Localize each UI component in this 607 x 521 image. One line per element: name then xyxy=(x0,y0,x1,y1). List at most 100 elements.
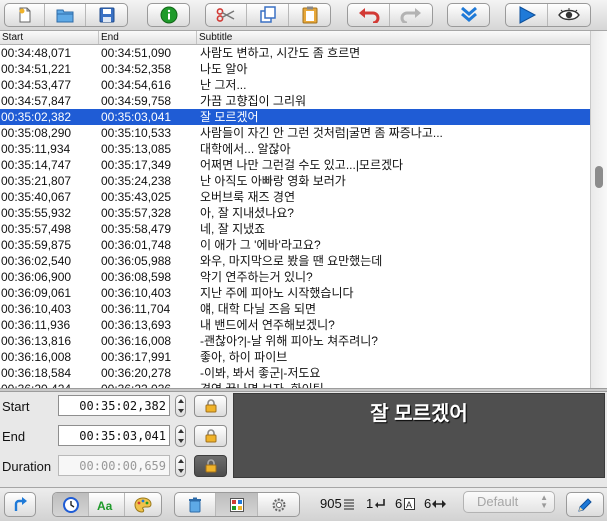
info-button[interactable] xyxy=(148,4,189,26)
end-lock-button[interactable] xyxy=(194,425,227,447)
table-row[interactable]: 00:34:48,071 00:34:51,090 사람도 변하고, 시간도 좀 흐… xyxy=(0,45,590,61)
table-row[interactable]: 00:35:21,807 00:35:24,238 난 아직도 아빠랑 영화 보러가 xyxy=(0,173,590,189)
table-row[interactable]: 00:36:02,540 00:36:05,988 와우, 마지막으로 봤을 땐 요… xyxy=(0,253,590,269)
table-row[interactable]: 00:35:57,498 00:35:58,479 네, 잘 지냈죠 xyxy=(0,221,590,237)
history-button-group xyxy=(347,3,433,27)
grid-button[interactable] xyxy=(216,493,258,516)
new-document-button[interactable] xyxy=(5,4,45,26)
start-cell: 00:36:10,403 xyxy=(1,302,72,316)
link-button[interactable] xyxy=(5,493,34,516)
table-row[interactable]: 00:35:40,067 00:35:43,025 오버브룩 재즈 경연 xyxy=(0,189,590,205)
column-header-end[interactable]: End xyxy=(99,31,197,44)
redo-arrow-icon xyxy=(400,8,421,23)
table-header: Start End Subtitle xyxy=(0,31,590,45)
settings-button[interactable] xyxy=(258,493,299,516)
subtitle-cell: 난 그저... xyxy=(200,78,247,92)
palette-icon xyxy=(134,496,152,513)
start-cell: 00:36:13,816 xyxy=(1,334,72,348)
start-cell: 00:35:55,932 xyxy=(1,206,72,220)
start-lock-button[interactable] xyxy=(194,395,227,417)
subtitle-cell: 내 밴드에서 연주해보겠니? xyxy=(200,318,335,332)
start-cell: 00:36:06,900 xyxy=(1,270,72,284)
scrollbar-thumb[interactable] xyxy=(595,166,603,188)
style-select-value: Default xyxy=(477,494,519,509)
subtitle-preview-pane[interactable]: 잘 모르겠어 xyxy=(233,393,605,478)
pencil-icon xyxy=(578,497,592,512)
total-lines-count: 905 xyxy=(320,496,342,511)
redo-button[interactable] xyxy=(390,4,432,26)
link-button-group xyxy=(4,492,36,517)
column-header-subtitle[interactable]: Subtitle xyxy=(197,31,590,44)
start-cell: 00:36:02,540 xyxy=(1,254,72,268)
char-box-icon: A xyxy=(404,497,416,510)
preview-toggle-button[interactable] xyxy=(548,4,590,26)
delete-button[interactable] xyxy=(175,493,216,516)
table-row[interactable]: 00:36:06,900 00:36:08,598 악기 연주하는거 있니? xyxy=(0,269,590,285)
start-cell: 00:34:48,071 xyxy=(1,46,72,60)
table-vertical-scrollbar[interactable] xyxy=(590,31,607,388)
end-cell: 00:35:57,328 xyxy=(101,206,172,220)
start-cell: 00:36:18,584 xyxy=(1,366,72,380)
end-time-stepper[interactable] xyxy=(175,425,186,447)
preview-subtitle-text: 잘 모르겠어 xyxy=(370,403,468,425)
pane-splitter[interactable] xyxy=(0,388,607,392)
open-button[interactable] xyxy=(45,4,86,26)
end-time-field[interactable]: 00:35:03,041 xyxy=(58,425,170,446)
palette-button[interactable] xyxy=(125,493,161,516)
end-cell: 00:36:13,693 xyxy=(101,318,172,332)
lock-icon xyxy=(205,429,216,443)
duration-lock-button[interactable] xyxy=(194,455,227,477)
table-row[interactable]: 00:35:14,747 00:35:17,349 어쩌면 나만 그런걸 수도 있고… xyxy=(0,157,590,173)
start-time-stepper[interactable] xyxy=(175,395,186,417)
start-time-field[interactable]: 00:35:02,382 xyxy=(58,395,170,416)
end-cell: 00:35:13,085 xyxy=(101,142,172,156)
table-row[interactable]: 00:36:13,816 00:36:16,008 -괜찮아?|-날 위해 피아노 … xyxy=(0,333,590,349)
subtitle-table: Start End Subtitle 00:34:48,071 00:34:51,… xyxy=(0,31,590,388)
grid-icon xyxy=(229,497,244,512)
table-row[interactable]: 00:35:59,875 00:36:01,748 이 애가 그 '에바'라고요? xyxy=(0,237,590,253)
end-cell: 00:35:17,349 xyxy=(101,158,172,172)
table-row[interactable]: 00:35:11,934 00:35:13,085 대학에서... 알잖아 xyxy=(0,141,590,157)
duration-field[interactable]: 00:00:00,659 xyxy=(58,455,170,476)
column-header-start[interactable]: Start xyxy=(0,31,99,44)
start-cell: 00:36:20,424 xyxy=(0,381,99,388)
duration-stepper[interactable] xyxy=(175,455,186,477)
subtitle-cell: 네, 잘 지냈죠 xyxy=(200,222,266,236)
timing-mode-button[interactable] xyxy=(53,493,89,516)
save-button[interactable] xyxy=(86,4,127,26)
table-row[interactable]: 00:34:51,221 00:34:52,358 나도 알아 xyxy=(0,61,590,77)
subtitle-cell: 와우, 마지막으로 봤을 땐 요만했는데 xyxy=(200,254,383,268)
subtitle-cell: 난 아직도 아빠랑 영화 보러가 xyxy=(200,174,346,188)
end-cell: 00:35:24,238 xyxy=(101,174,172,188)
table-row[interactable]: 00:35:08,290 00:35:10,533 사람들이 자긴 안 그런 것처럼… xyxy=(0,125,590,141)
cut-button[interactable] xyxy=(206,4,247,26)
cut-scissors-icon xyxy=(216,8,235,22)
play-button[interactable] xyxy=(506,4,548,26)
table-row[interactable]: 00:36:18,584 00:36:20,278 -이봐, 봐서 좋군|-저도요 xyxy=(0,365,590,381)
table-row[interactable]: 00:36:11,936 00:36:13,693 내 밴드에서 연주해보겠니? xyxy=(0,317,590,333)
end-cell: 00:36:22,036 xyxy=(99,381,197,388)
table-row[interactable]: 00:36:10,403 00:36:11,704 얘, 대학 다닐 즈음 되면 xyxy=(0,301,590,317)
line-count-status: 1 xyxy=(366,496,386,511)
table-row[interactable]: 00:34:53,477 00:34:54,616 난 그저... xyxy=(0,77,590,93)
copy-button[interactable] xyxy=(247,4,289,26)
table-row[interactable]: 00:34:57,847 00:34:59,758 가끔 고향집이 그리워 xyxy=(0,93,590,109)
table-row[interactable]: 00:36:16,008 00:36:17,991 좋아, 하이 파이브 xyxy=(0,349,590,365)
end-cell: 00:36:01,748 xyxy=(101,238,172,252)
table-row[interactable]: 00:35:02,382 00:35:03,041 잘 모르겠어 xyxy=(0,109,590,125)
start-cell: 00:34:53,477 xyxy=(1,78,72,92)
end-cell: 00:36:17,991 xyxy=(101,350,172,364)
edit-text-button[interactable] xyxy=(567,493,603,516)
merge-down-button[interactable] xyxy=(448,4,489,26)
table-row[interactable]: 00:36:09,061 00:36:10,403 지난 주에 피아노 시작했습니다 xyxy=(0,285,590,301)
table-row[interactable]: 00:35:55,932 00:35:57,328 아, 잘 지내셨나요? xyxy=(0,205,590,221)
char-count-status: 6 A xyxy=(395,496,416,511)
table-row[interactable]: 00:36:20,42400:36:22,036경연 끝나면 보자. 화이팅 xyxy=(0,381,590,388)
start-cell: 00:36:16,008 xyxy=(1,350,72,364)
undo-button[interactable] xyxy=(348,4,390,26)
paste-button[interactable] xyxy=(289,4,330,26)
start-cell: 00:36:09,061 xyxy=(1,286,72,300)
style-select[interactable]: Default ▲ ▼ xyxy=(463,491,555,513)
end-cell: 00:35:10,533 xyxy=(101,126,172,140)
text-style-button[interactable]: Aa xyxy=(89,493,125,516)
